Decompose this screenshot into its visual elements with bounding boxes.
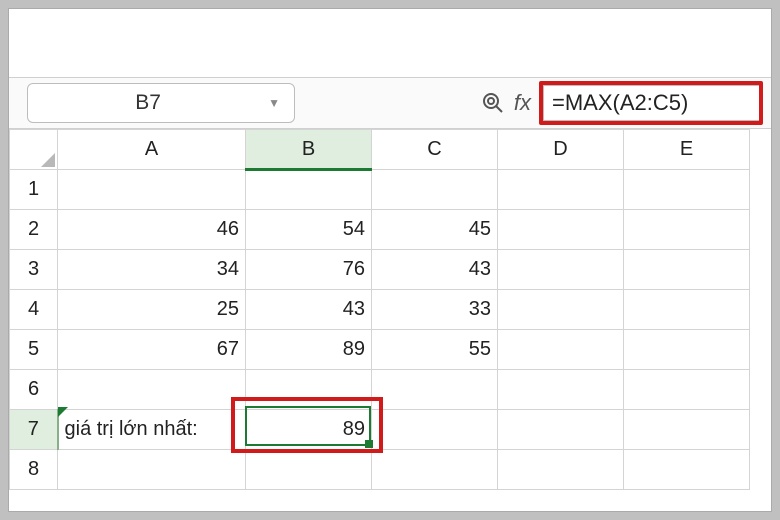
row-head-2[interactable]: 2 (10, 210, 58, 250)
formula-input[interactable]: =MAX(A2:C5) (543, 85, 759, 121)
cell-D2[interactable] (498, 210, 624, 250)
cell-B1[interactable] (246, 170, 372, 210)
row-head-4[interactable]: 4 (10, 290, 58, 330)
cell-C1[interactable] (372, 170, 498, 210)
cell-D5[interactable] (498, 330, 624, 370)
cell-A4[interactable]: 25 (58, 290, 246, 330)
cell-B2[interactable]: 54 (246, 210, 372, 250)
col-head-A[interactable]: A (58, 130, 246, 170)
cell-C4[interactable]: 33 (372, 290, 498, 330)
cell-B6[interactable] (246, 370, 372, 410)
cell-A1[interactable] (58, 170, 246, 210)
cell-D6[interactable] (498, 370, 624, 410)
chevron-down-icon[interactable]: ▼ (268, 96, 284, 110)
cell-D8[interactable] (498, 450, 624, 490)
table-row: 7 giá trị lớn nhất: 89 (10, 410, 750, 450)
cell-B3[interactable]: 76 (246, 250, 372, 290)
cell-A5[interactable]: 67 (58, 330, 246, 370)
cell-C5[interactable]: 55 (372, 330, 498, 370)
name-box-value: B7 (28, 91, 268, 115)
cell-B4[interactable]: 43 (246, 290, 372, 330)
zoom-preview-icon[interactable] (476, 91, 510, 115)
table-row: 8 (10, 450, 750, 490)
app-frame: B7 ▼ fx =MAX(A2:C5) A B C D E (8, 8, 772, 512)
cell-E2[interactable] (624, 210, 750, 250)
cell-B7[interactable]: 89 (246, 410, 372, 450)
cell-E6[interactable] (624, 370, 750, 410)
cell-B8[interactable] (246, 450, 372, 490)
cell-A6[interactable] (58, 370, 246, 410)
table-row: 2 46 54 45 (10, 210, 750, 250)
cell-A3[interactable]: 34 (58, 250, 246, 290)
grid-area: A B C D E 1 2 46 54 45 (9, 129, 771, 490)
table-row: 6 (10, 370, 750, 410)
cell-E4[interactable] (624, 290, 750, 330)
col-head-B[interactable]: B (246, 130, 372, 170)
row-head-3[interactable]: 3 (10, 250, 58, 290)
table-row: 5 67 89 55 (10, 330, 750, 370)
table-row: 1 (10, 170, 750, 210)
col-head-C[interactable]: C (372, 130, 498, 170)
row-head-1[interactable]: 1 (10, 170, 58, 210)
cell-B5[interactable]: 89 (246, 330, 372, 370)
cell-D7[interactable] (498, 410, 624, 450)
cell-comment-marker (58, 407, 68, 417)
cell-A2[interactable]: 46 (58, 210, 246, 250)
row-head-6[interactable]: 6 (10, 370, 58, 410)
fx-label[interactable]: fx (514, 90, 531, 116)
cell-D1[interactable] (498, 170, 624, 210)
cell-C2[interactable]: 45 (372, 210, 498, 250)
table-row: 4 25 43 33 (10, 290, 750, 330)
formula-highlight: =MAX(A2:C5) (539, 81, 763, 125)
cell-E5[interactable] (624, 330, 750, 370)
formula-bar: B7 ▼ fx =MAX(A2:C5) (9, 77, 771, 129)
cell-E3[interactable] (624, 250, 750, 290)
cell-E7[interactable] (624, 410, 750, 450)
row-head-5[interactable]: 5 (10, 330, 58, 370)
cell-E1[interactable] (624, 170, 750, 210)
table-row: 3 34 76 43 (10, 250, 750, 290)
spreadsheet-grid[interactable]: A B C D E 1 2 46 54 45 (9, 129, 750, 490)
col-head-E[interactable]: E (624, 130, 750, 170)
name-box[interactable]: B7 ▼ (27, 83, 295, 123)
cell-C6[interactable] (372, 370, 498, 410)
row-head-8[interactable]: 8 (10, 450, 58, 490)
cell-D3[interactable] (498, 250, 624, 290)
cell-A8[interactable] (58, 450, 246, 490)
cell-C8[interactable] (372, 450, 498, 490)
ribbon-placeholder (9, 9, 771, 77)
cell-E8[interactable] (624, 450, 750, 490)
select-all-corner[interactable] (10, 130, 58, 170)
cell-C7[interactable] (372, 410, 498, 450)
cell-A7[interactable]: giá trị lớn nhất: (58, 410, 246, 450)
row-head-7[interactable]: 7 (10, 410, 58, 450)
cell-C3[interactable]: 43 (372, 250, 498, 290)
col-head-D[interactable]: D (498, 130, 624, 170)
cell-D4[interactable] (498, 290, 624, 330)
